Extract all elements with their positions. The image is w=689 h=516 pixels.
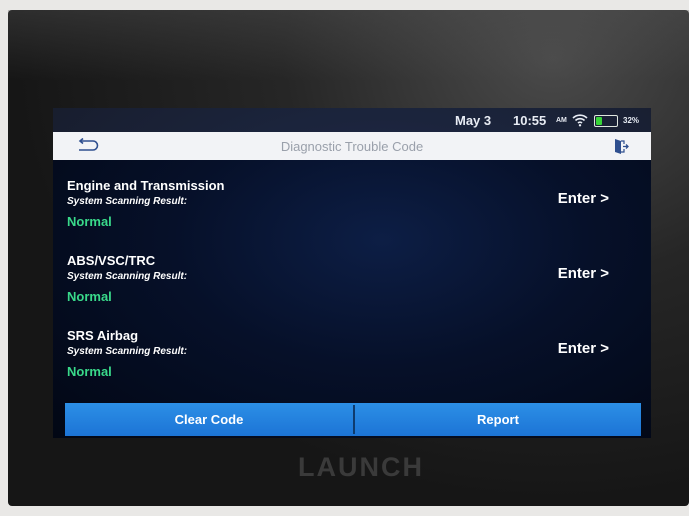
page-title: Diagnostic Trouble Code: [280, 139, 424, 154]
enter-button[interactable]: Enter >: [558, 190, 609, 207]
status-time: 10:55: [513, 113, 547, 128]
bezel-sheen: [8, 10, 689, 80]
battery-level-fill: [596, 117, 603, 125]
device-screen: May 3 10:55 AM 32% Diagnostic Trouble Co…: [53, 108, 651, 438]
scan-result-status: Normal: [67, 289, 112, 304]
system-row-engine: Engine and Transmission System Scanning …: [67, 178, 637, 248]
brand-logo: LAUNCH: [298, 452, 424, 482]
scan-result-label: System Scanning Result:: [67, 346, 188, 357]
scan-result-label: System Scanning Result:: [67, 196, 188, 207]
report-button[interactable]: Report: [355, 403, 641, 436]
battery-icon: [594, 115, 618, 127]
status-am-pm: AM: [556, 117, 567, 124]
scan-result-label: System Scanning Result:: [67, 271, 188, 282]
system-name: Engine and Transmission: [67, 178, 225, 193]
title-bar: Diagnostic Trouble Code: [53, 132, 651, 160]
enter-button[interactable]: Enter >: [558, 340, 609, 357]
exit-icon[interactable]: [613, 138, 629, 155]
enter-button[interactable]: Enter >: [558, 265, 609, 282]
action-bar: Clear Code Report: [65, 403, 641, 436]
system-row-abs: ABS/VSC/TRC System Scanning Result: Norm…: [67, 253, 637, 323]
scan-result-status: Normal: [67, 214, 112, 229]
wifi-icon: [572, 114, 588, 127]
system-name: ABS/VSC/TRC: [67, 253, 156, 268]
scan-result-status: Normal: [67, 364, 112, 379]
battery-percent: 32%: [623, 116, 640, 125]
clear-code-button[interactable]: Clear Code: [65, 403, 353, 436]
status-date: May 3: [455, 113, 492, 128]
system-row-srs: SRS Airbag System Scanning Result: Norma…: [67, 328, 637, 398]
system-name: SRS Airbag: [67, 328, 139, 343]
status-bar: May 3 10:55 AM 32%: [53, 108, 651, 132]
